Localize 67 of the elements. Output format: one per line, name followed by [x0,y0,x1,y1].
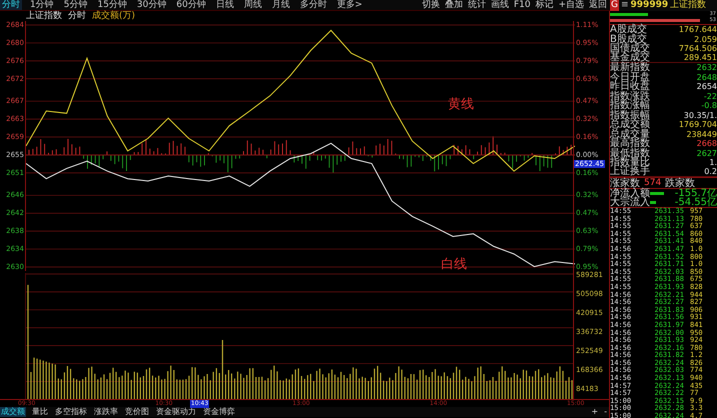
quote-value: -22 [704,92,717,101]
toolbar-button[interactable]: F10 [514,0,530,10]
flow-bar [650,201,656,204]
quote-label: 国债成交 [610,44,650,54]
advancers-count: 574 [644,178,662,188]
quote-label: 最高指数 [610,139,650,148]
indicator-tab[interactable]: 多空指标 [54,407,88,417]
quote-value: 30.35/1. [684,110,717,120]
zoom-button[interactable]: + [591,407,598,417]
decliners-label: 跌家数 [665,178,696,188]
quote-value: 238449 [686,130,717,139]
breadth-bar [610,13,648,16]
chart-mode: 分时 [68,11,86,21]
indicator-tab[interactable]: 竞价图 [124,407,150,417]
series-label: 白线 [440,256,467,274]
quote-label: B股成交 [610,34,647,44]
quote-value: 0.2 [704,167,717,176]
quote-label: 最低指数 [610,148,650,158]
quote-label: 指数涨跌 [610,92,650,101]
quote-label: 今日开盘 [610,72,650,82]
indicator-tab[interactable]: 资金博弈 [202,407,236,417]
indicator-tab[interactable]: 成交额 [0,407,26,417]
quote-value: 1769.704 [678,120,717,130]
quote-value: 7764.506 [678,44,717,54]
flow-bar [650,192,664,195]
quote-value: 1767.644 [678,25,717,34]
period-tab[interactable]: 60分钟 [174,0,208,10]
quote-label: 总成交量 [610,130,650,139]
period-tab[interactable]: 15分钟 [95,0,129,10]
quote-label: 最新指数 [610,63,650,72]
flow-value: -155.7亿 [674,189,717,198]
advancers-label: 涨家数 [610,178,640,188]
indicator-tab[interactable]: 量比 [31,407,49,417]
quote-label: 指数量比 [610,158,650,168]
quote-label: 指数涨幅 [610,101,650,110]
quote-value: -0.8 [701,101,717,110]
indicator-tab[interactable]: 涨跌率 [93,407,119,417]
index-name: 上证指数 [26,11,62,21]
quote-label: A股成交 [610,25,647,34]
indicator-tab[interactable]: 资金驱动力 [155,407,197,417]
flow-label: 净流入额 [610,189,650,198]
badge: G [610,0,619,11]
quote-value: 1. [709,158,717,168]
period-tab[interactable]: 5分钟 [62,0,90,10]
indicator-name: 成交额(万) [92,11,136,21]
quote-value: 2.059 [694,34,717,44]
zoom-button[interactable]: - [604,407,607,417]
quote-label: 上证换手 [610,167,650,176]
menu-button[interactable]: ≡ [620,0,629,11]
series-label: 黄线 [448,96,474,114]
flow-value: -54.55亿 [674,198,717,207]
quote-value: 2648 [696,72,717,82]
flow-label: 大宗流入 [610,198,650,207]
quote-value: 2632 [696,63,717,72]
quote-value: 2654 [696,82,717,92]
quote-value: 2627 [696,148,717,158]
quote-label: 总成交额 [610,120,650,130]
period-tab[interactable]: 1分钟 [28,0,56,10]
period-tab[interactable]: 30分钟 [134,0,168,10]
toolbar-button[interactable]: 标记 [535,0,554,10]
quote-label: 昨日收盘 [610,82,650,92]
quote-label: 基金成交 [610,53,650,62]
quote-label: 指数振幅 [610,110,650,120]
quote-value: 2668 [696,139,717,148]
index-code: 999999 [630,0,668,11]
period-tab[interactable]: 更多> [334,0,364,10]
quote-value: 289.451 [684,53,717,62]
